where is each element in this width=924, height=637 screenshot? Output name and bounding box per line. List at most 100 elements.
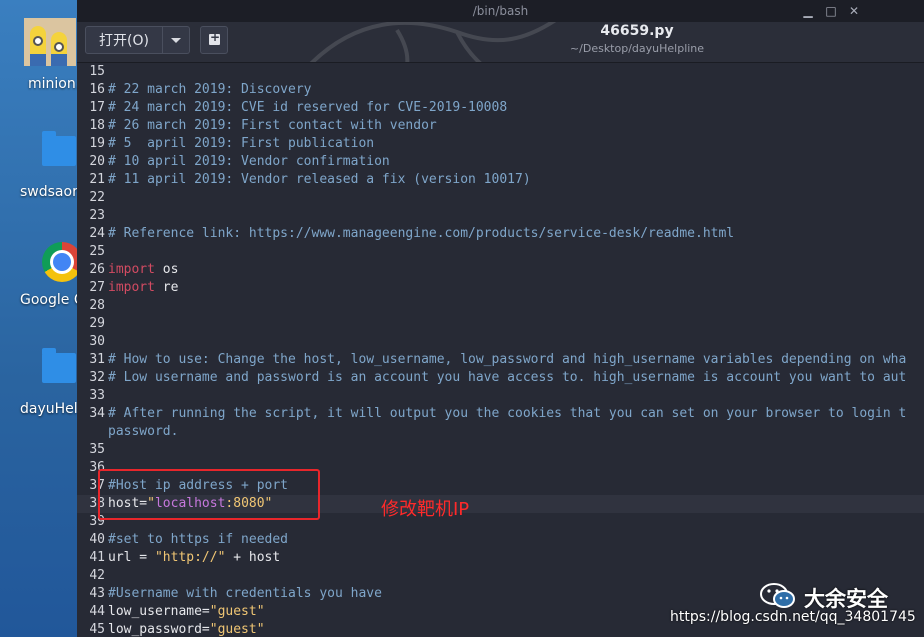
code-token: # 5 april 2019: First publication bbox=[108, 136, 375, 151]
code-line[interactable]: 21 # 11 april 2019: Vendor released a fix… bbox=[77, 171, 924, 189]
line-code: # 11 april 2019: Vendor released a fix (… bbox=[108, 171, 531, 189]
code-line[interactable]: 42 bbox=[77, 567, 924, 585]
code-line[interactable]: 17 # 24 march 2019: CVE id reserved for C… bbox=[77, 99, 924, 117]
code-line[interactable]: 30 bbox=[77, 333, 924, 351]
window-title: /bin/bash bbox=[472, 4, 529, 18]
line-code: # 24 march 2019: CVE id reserved for CVE… bbox=[108, 99, 507, 117]
line-number: 20 bbox=[89, 154, 105, 169]
line-number: 32 bbox=[89, 370, 105, 385]
code-line[interactable]: 43 #Username with credentials you have bbox=[77, 585, 924, 603]
line-code: #set to https if needed bbox=[108, 531, 288, 549]
line-code: # 22 march 2019: Discovery bbox=[108, 81, 312, 99]
wechat-icon bbox=[760, 583, 795, 608]
code-token: #Username with credentials you have bbox=[108, 586, 382, 601]
code-token: "guest" bbox=[209, 622, 265, 637]
code-line[interactable]: 16 # 22 march 2019: Discovery bbox=[77, 81, 924, 99]
line-code: # How to use: Change the host, low_usern… bbox=[108, 351, 906, 369]
code-line[interactable]: 20 # 10 april 2019: Vendor confirmation bbox=[77, 153, 924, 171]
line-code: # Low username and password is an accoun… bbox=[108, 369, 906, 387]
code-token: re bbox=[154, 280, 179, 295]
line-number: 22 bbox=[89, 190, 105, 205]
line-number: 17 bbox=[89, 100, 105, 115]
maximize-icon[interactable]: □ bbox=[823, 3, 839, 19]
code-token: # 11 april 2019: Vendor released a fix (… bbox=[108, 172, 531, 187]
code-line[interactable]: 28 bbox=[77, 297, 924, 315]
line-code: #Username with credentials you have bbox=[108, 585, 382, 603]
minion-image-icon bbox=[24, 18, 76, 66]
code-token: password. bbox=[108, 424, 179, 439]
code-token: os bbox=[154, 262, 179, 277]
code-line[interactable]: 15 bbox=[77, 63, 924, 81]
line-code: # 5 april 2019: First publication bbox=[108, 135, 374, 153]
line-number: 23 bbox=[89, 208, 105, 223]
line-code: low_username="guest" bbox=[108, 603, 265, 621]
code-token: # How to use: Change the host, low_usern… bbox=[108, 352, 907, 367]
line-number: 24 bbox=[89, 226, 105, 241]
file-name: 46659.py bbox=[600, 23, 674, 39]
code-token: + host bbox=[225, 550, 281, 565]
line-number: 45 bbox=[89, 622, 105, 637]
code-editor[interactable]: 15 16 # 22 march 2019: Discovery 17 # 24 mar… bbox=[77, 63, 924, 637]
desktop: minion. swdsaor Google C dayuHel bbox=[0, 0, 84, 637]
line-code: # After running the script, it will outp… bbox=[108, 405, 906, 423]
code-line[interactable]: 27 import re bbox=[77, 279, 924, 297]
code-token: #set to https if needed bbox=[108, 532, 289, 547]
new-document-icon bbox=[209, 30, 220, 45]
line-code: url = "http://" + host bbox=[108, 549, 280, 567]
code-line[interactable]: 29 bbox=[77, 315, 924, 333]
code-token: # 26 march 2019: First contact with vend… bbox=[108, 118, 437, 133]
code-line[interactable]: 18 # 26 march 2019: First contact with ve… bbox=[77, 117, 924, 135]
line-code: password. bbox=[108, 423, 178, 441]
code-line[interactable]: 22 bbox=[77, 189, 924, 207]
chrome-icon bbox=[24, 238, 82, 286]
line-number: 26 bbox=[89, 262, 105, 277]
code-line[interactable]: 24 # Reference link: https://www.manageen… bbox=[77, 225, 924, 243]
code-line[interactable]: 40 #set to https if needed bbox=[77, 531, 924, 549]
line-number: 29 bbox=[89, 316, 105, 331]
code-line[interactable]: password. bbox=[77, 423, 924, 441]
code-token: low_username= bbox=[108, 604, 210, 619]
new-document-button[interactable] bbox=[200, 26, 228, 54]
code-token: low_password= bbox=[108, 622, 210, 637]
editor-headerbar: 打开(O) 46659.py ~/Desktop/dayuHelpline bbox=[77, 22, 924, 63]
code-line[interactable]: 19 # 5 april 2019: First publication bbox=[77, 135, 924, 153]
line-code: import os bbox=[108, 261, 178, 279]
code-line[interactable]: 35 bbox=[77, 441, 924, 459]
code-line[interactable]: 32 # Low username and password is an acco… bbox=[77, 369, 924, 387]
code-token: "guest" bbox=[209, 604, 265, 619]
code-token: import bbox=[108, 280, 155, 295]
desktop-icon-label: Google C bbox=[20, 292, 84, 308]
code-token: import bbox=[108, 262, 155, 277]
close-icon[interactable]: ✕ bbox=[846, 3, 862, 19]
code-line[interactable]: 25 bbox=[77, 243, 924, 261]
code-line[interactable]: 26 import os bbox=[77, 261, 924, 279]
line-number: 15 bbox=[89, 64, 105, 79]
desktop-icon-label: minion. bbox=[28, 76, 81, 92]
line-number: 42 bbox=[89, 568, 105, 583]
line-number: 34 bbox=[89, 406, 105, 421]
desktop-icon-label: dayuHel bbox=[20, 401, 78, 417]
line-number: 35 bbox=[89, 442, 105, 457]
line-number: 28 bbox=[89, 298, 105, 313]
code-line[interactable]: 23 bbox=[77, 207, 924, 225]
line-code: # 10 april 2019: Vendor confirmation bbox=[108, 153, 390, 171]
code-line[interactable]: 33 bbox=[77, 387, 924, 405]
code-token: # 10 april 2019: Vendor confirmation bbox=[108, 154, 390, 169]
code-line[interactable]: 41 url = "http://" + host bbox=[77, 549, 924, 567]
minimize-icon[interactable]: ▁ bbox=[800, 3, 816, 19]
open-button[interactable]: 打开(O) bbox=[85, 26, 163, 54]
line-number: 31 bbox=[89, 352, 105, 367]
code-token: # Reference link: https://www.manageengi… bbox=[108, 226, 735, 241]
code-token: # 24 march 2019: CVE id reserved for CVE… bbox=[108, 100, 508, 115]
line-number: 21 bbox=[89, 172, 105, 187]
code-line[interactable]: 34 # After running the script, it will ou… bbox=[77, 405, 924, 423]
code-token: # After running the script, it will outp… bbox=[108, 406, 907, 421]
line-number: 40 bbox=[89, 532, 105, 547]
line-number: 44 bbox=[89, 604, 105, 619]
code-token: "http://" bbox=[154, 550, 226, 565]
code-line[interactable]: 31 # How to use: Change the host, low_use… bbox=[77, 351, 924, 369]
open-dropdown-button[interactable] bbox=[163, 26, 190, 54]
line-number: 33 bbox=[89, 388, 105, 403]
window-titlebar[interactable]: /bin/bash ▁ □ ✕ bbox=[77, 0, 924, 22]
line-code: low_password="guest" bbox=[108, 621, 265, 637]
